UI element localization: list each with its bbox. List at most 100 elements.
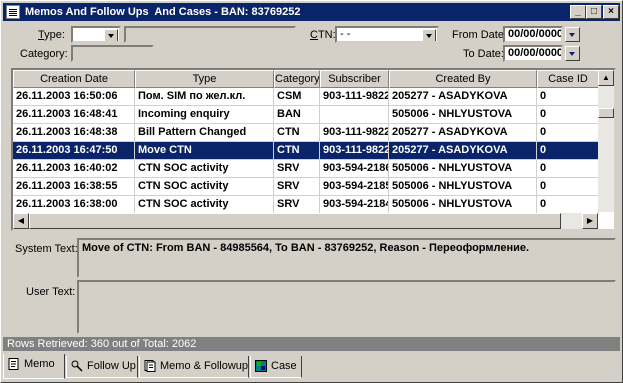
ctn-select-value: - - — [340, 28, 351, 40]
type-label-rest: ype: — [44, 29, 65, 41]
table-row[interactable]: 26.11.2003 16:47:50 Move CTN CTN 903-111-98… — [13, 142, 599, 160]
to-date-calendar-button[interactable] — [565, 46, 580, 61]
tab-case-label: Case — [271, 360, 297, 372]
cell-creation-date: 26.11.2003 16:38:00 — [13, 196, 135, 214]
cell-creation-date: 26.11.2003 16:50:06 — [13, 88, 135, 106]
category-field — [71, 45, 154, 62]
cell-type: CTN SOC activity — [135, 178, 274, 196]
minimize-button[interactable]: _ — [570, 5, 586, 19]
tab-memo[interactable]: Memo — [3, 354, 65, 379]
user-text-field[interactable] — [77, 280, 616, 334]
cell-category: SRV — [274, 160, 320, 178]
tab-memo-followup-label: Memo & Followup — [160, 360, 249, 372]
ctn-select[interactable]: - - — [335, 26, 439, 43]
chevron-down-icon[interactable] — [422, 29, 436, 41]
cell-type: Incoming enquiry — [135, 106, 274, 124]
cell-category: CSM — [274, 88, 320, 106]
maximize-button[interactable]: □ — [586, 5, 602, 19]
type-description-field — [124, 26, 296, 43]
cell-category: BAN — [274, 106, 320, 124]
column-header-subscriber[interactable]: Subscriber — [320, 70, 389, 88]
main-window: Memos And Follow Ups And Cases - BAN: 83… — [0, 0, 623, 383]
scroll-left-button[interactable]: ◀ — [13, 213, 29, 229]
table-row[interactable]: 26.11.2003 16:38:00 CTN SOC activity SRV 90… — [13, 196, 599, 214]
horizontal-scroll-thumb[interactable] — [29, 213, 561, 229]
table-row[interactable]: 26.11.2003 16:48:41 Incoming enquiry BAN 50… — [13, 106, 599, 124]
cell-creation-date: 26.11.2003 16:48:38 — [13, 124, 135, 142]
cell-created-by: 205277 - ASADYKOVA — [389, 142, 537, 160]
tab-memo-followup[interactable]: Memo & Followup — [139, 356, 249, 378]
vertical-scrollbar[interactable]: ▲ — [598, 70, 614, 212]
title-bar[interactable]: Memos And Follow Ups And Cases - BAN: 83… — [3, 3, 620, 21]
splitter[interactable] — [11, 232, 616, 236]
cell-case-id: 0 — [537, 178, 599, 196]
cell-created-by: 505006 - NHLYUSTOVA — [389, 106, 537, 124]
scroll-up-button[interactable]: ▲ — [598, 70, 614, 86]
tab-memo-label: Memo — [24, 358, 55, 370]
memos-grid[interactable]: Creation Date Type Category Subscriber C… — [11, 68, 616, 231]
from-date-input[interactable]: 00/00/0000 — [503, 26, 563, 43]
grid-header: Creation Date Type Category Subscriber C… — [13, 70, 599, 88]
table-row[interactable]: 26.11.2003 16:48:38 Bill Pattern Changed C… — [13, 124, 599, 142]
cell-category: CTN — [274, 124, 320, 142]
cell-category: CTN — [274, 142, 320, 160]
cell-case-id: 0 — [537, 124, 599, 142]
cell-case-id: 0 — [537, 160, 599, 178]
from-date-label: From Date: — [452, 29, 508, 41]
category-label: Category: — [20, 48, 68, 60]
to-date-label: To Date: — [463, 48, 504, 60]
column-header-category[interactable]: Category — [274, 70, 320, 88]
tab-case[interactable]: Case — [250, 356, 302, 378]
type-select[interactable] — [71, 26, 121, 43]
cell-created-by: 505006 - NHLYUSTOVA — [389, 178, 537, 196]
to-date-input[interactable]: 00/00/0000 — [503, 45, 563, 62]
cell-created-by: 205277 - ASADYKOVA — [389, 124, 537, 142]
table-row[interactable]: 26.11.2003 16:50:06 Пом. SIM по жел.кл. CS… — [13, 88, 599, 106]
ctn-label-rest: TN: — [317, 29, 336, 41]
cell-type: CTN SOC activity — [135, 196, 274, 214]
cell-creation-date: 26.11.2003 16:40:02 — [13, 160, 135, 178]
type-label: Type: — [38, 29, 65, 41]
cell-case-id: 0 — [537, 88, 599, 106]
cell-subscriber: 903-594-2184 — [320, 196, 389, 214]
column-header-creation-date[interactable]: Creation Date — [13, 70, 135, 88]
case-icon — [255, 360, 267, 372]
from-date-calendar-button[interactable] — [565, 27, 580, 42]
vertical-scroll-thumb[interactable] — [598, 108, 614, 118]
cell-creation-date: 26.11.2003 16:38:55 — [13, 178, 135, 196]
cell-category: SRV — [274, 178, 320, 196]
cell-subscriber: 903-111-9822 — [320, 142, 389, 160]
tab-follow-up-label: Follow Up — [87, 360, 136, 372]
cell-subscriber: 903-594-2185 — [320, 178, 389, 196]
chevron-down-icon[interactable] — [104, 29, 118, 41]
app-icon — [6, 5, 20, 19]
cell-case-id: 0 — [537, 142, 599, 160]
tab-follow-up[interactable]: Follow Up — [66, 356, 138, 378]
column-header-created-by[interactable]: Created By — [389, 70, 537, 88]
memo-followup-icon — [144, 360, 156, 372]
cell-subscriber — [320, 106, 389, 124]
cell-created-by: 505006 - NHLYUSTOVA — [389, 196, 537, 214]
cell-type: CTN SOC activity — [135, 160, 274, 178]
cell-created-by: 205277 - ASADYKOVA — [389, 88, 537, 106]
table-row[interactable]: 26.11.2003 16:38:55 CTN SOC activity SRV 90… — [13, 178, 599, 196]
follow-up-icon — [71, 360, 83, 372]
scroll-right-button[interactable]: ▶ — [582, 213, 598, 229]
column-header-case-id[interactable]: Case ID — [537, 70, 599, 88]
cell-case-id: 0 — [537, 196, 599, 214]
table-row[interactable]: 26.11.2003 16:40:02 CTN SOC activity SRV 90… — [13, 160, 599, 178]
window-title: Memos And Follow Ups And Cases - BAN: 83… — [25, 6, 301, 18]
close-button[interactable]: × — [603, 5, 619, 19]
horizontal-scrollbar[interactable]: ◀ ▶ — [13, 213, 598, 229]
system-text-field[interactable]: Move of CTN: From BAN - 84985564, To BAN… — [77, 238, 616, 278]
cell-type: Move CTN — [135, 142, 274, 160]
status-bar: Rows Retrieved: 360 out of Total: 2062 — [3, 337, 620, 351]
cell-creation-date: 26.11.2003 16:48:41 — [13, 106, 135, 124]
cell-creation-date: 26.11.2003 16:47:50 — [13, 142, 135, 160]
cell-subscriber: 903-111-9822 — [320, 88, 389, 106]
cell-subscriber: 903-111-9822 — [320, 124, 389, 142]
user-text-label: User Text: — [26, 286, 76, 298]
cell-type: Пом. SIM по жел.кл. — [135, 88, 274, 106]
column-header-type[interactable]: Type — [135, 70, 274, 88]
ctn-label: CTN: — [310, 29, 336, 41]
